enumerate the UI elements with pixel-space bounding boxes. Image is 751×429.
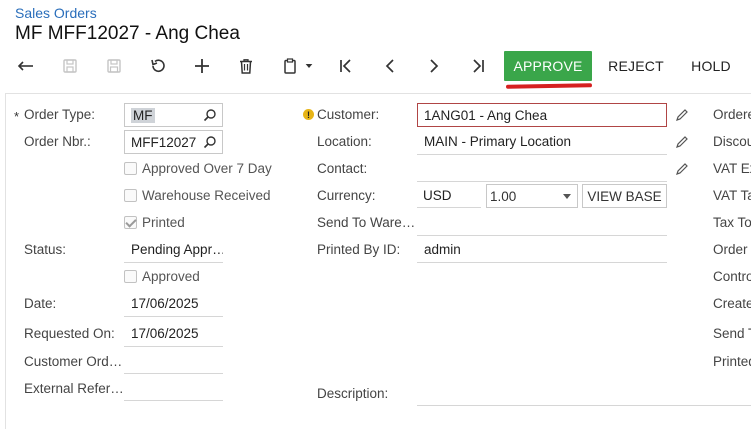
chevron-down-icon[interactable] <box>296 48 322 84</box>
printed-label: Printed <box>713 354 751 369</box>
customer-order-label: Customer Ord… <box>24 354 123 369</box>
warehouse-received-checkbox[interactable]: Warehouse Received <box>124 188 271 203</box>
breadcrumb[interactable]: Sales Orders <box>15 5 97 21</box>
ordered-qty-label: Ordere <box>713 107 751 122</box>
order-nbr-label: Order Nbr.: <box>24 134 91 149</box>
chevron-left-icon[interactable] <box>372 48 408 84</box>
plus-icon[interactable] <box>184 48 220 84</box>
trash-icon[interactable] <box>228 48 264 84</box>
currency-label: Currency: <box>317 188 376 203</box>
order-type-label: Order Type: <box>24 107 96 122</box>
contact-label: Contact: <box>317 161 368 176</box>
approve-button[interactable]: APPROVE <box>504 51 592 81</box>
date-input[interactable]: 17/06/2025 <box>131 296 199 311</box>
pencil-icon[interactable] <box>675 162 689 176</box>
printed-by-label: Printed By ID: <box>317 242 401 257</box>
undo-icon[interactable] <box>8 48 44 84</box>
send-to-warehouse-label: Send To Ware… <box>317 215 416 230</box>
tax-total-label: Tax To <box>713 215 751 230</box>
control-total-label: Contro <box>713 269 751 284</box>
view-base-button[interactable]: VIEW BASE <box>582 184 667 208</box>
external-ref-label: External Refer… <box>24 381 124 396</box>
save-close-icon[interactable] <box>52 48 88 84</box>
order-total-label: Order T <box>713 242 751 257</box>
location-input[interactable]: MAIN - Primary Location <box>424 134 571 149</box>
requested-on-label: Requested On: <box>24 326 115 341</box>
currency-input[interactable]: USD <box>417 184 481 208</box>
pencil-icon[interactable] <box>675 135 689 149</box>
external-ref-input[interactable] <box>124 400 223 401</box>
save-icon[interactable] <box>96 48 132 84</box>
approved-over-7-checkbox[interactable]: Approved Over 7 Day <box>124 161 272 176</box>
description-input[interactable] <box>417 405 751 406</box>
approve-highlight-annotation <box>505 83 593 89</box>
currency-rate-select[interactable]: 1.00 <box>486 184 578 208</box>
vat-taxable-label: VAT Ta <box>713 188 751 203</box>
status-label: Status: <box>24 242 67 257</box>
first-page-icon[interactable] <box>328 48 364 84</box>
created-label: Create <box>713 296 751 311</box>
page-title: MF MFF12027 - Ang Chea <box>15 23 240 44</box>
reject-button[interactable]: REJECT <box>604 51 668 81</box>
toolbar: APPROVE REJECT HOLD <box>0 48 751 84</box>
send-to-label: Send T <box>713 326 751 341</box>
revert-icon[interactable] <box>140 48 176 84</box>
status-value: Pending Appr… <box>131 242 223 257</box>
order-type-input[interactable]: MF <box>124 103 223 127</box>
customer-label: Customer: <box>317 107 380 122</box>
customer-order-input[interactable] <box>124 373 223 374</box>
send-to-warehouse-input[interactable] <box>417 235 667 236</box>
description-label: Description: <box>317 386 389 401</box>
customer-input[interactable]: 1ANG01 - Ang Chea <box>417 103 667 127</box>
chevron-right-icon[interactable] <box>416 48 452 84</box>
last-page-icon[interactable] <box>460 48 496 84</box>
printed-checkbox[interactable]: Printed <box>124 215 185 230</box>
discount-label: Discou <box>713 134 751 149</box>
requested-on-input[interactable]: 17/06/2025 <box>131 326 199 341</box>
pencil-icon[interactable] <box>675 108 689 122</box>
required-marker: * <box>14 109 20 124</box>
chevron-down-icon <box>563 194 571 199</box>
warning-icon: ! <box>303 109 314 120</box>
date-label: Date: <box>24 296 57 311</box>
search-icon[interactable] <box>203 108 217 122</box>
hold-button[interactable]: HOLD <box>684 51 738 81</box>
approved-checkbox[interactable]: Approved <box>124 269 200 284</box>
order-nbr-input[interactable]: MFF12027 <box>124 130 223 154</box>
search-icon[interactable] <box>203 135 217 149</box>
order-summary-panel <box>5 93 751 429</box>
printed-by-value: admin <box>424 242 461 257</box>
contact-input[interactable] <box>417 181 667 182</box>
location-label: Location: <box>317 134 372 149</box>
vat-exempt-label: VAT Ex <box>713 161 751 176</box>
